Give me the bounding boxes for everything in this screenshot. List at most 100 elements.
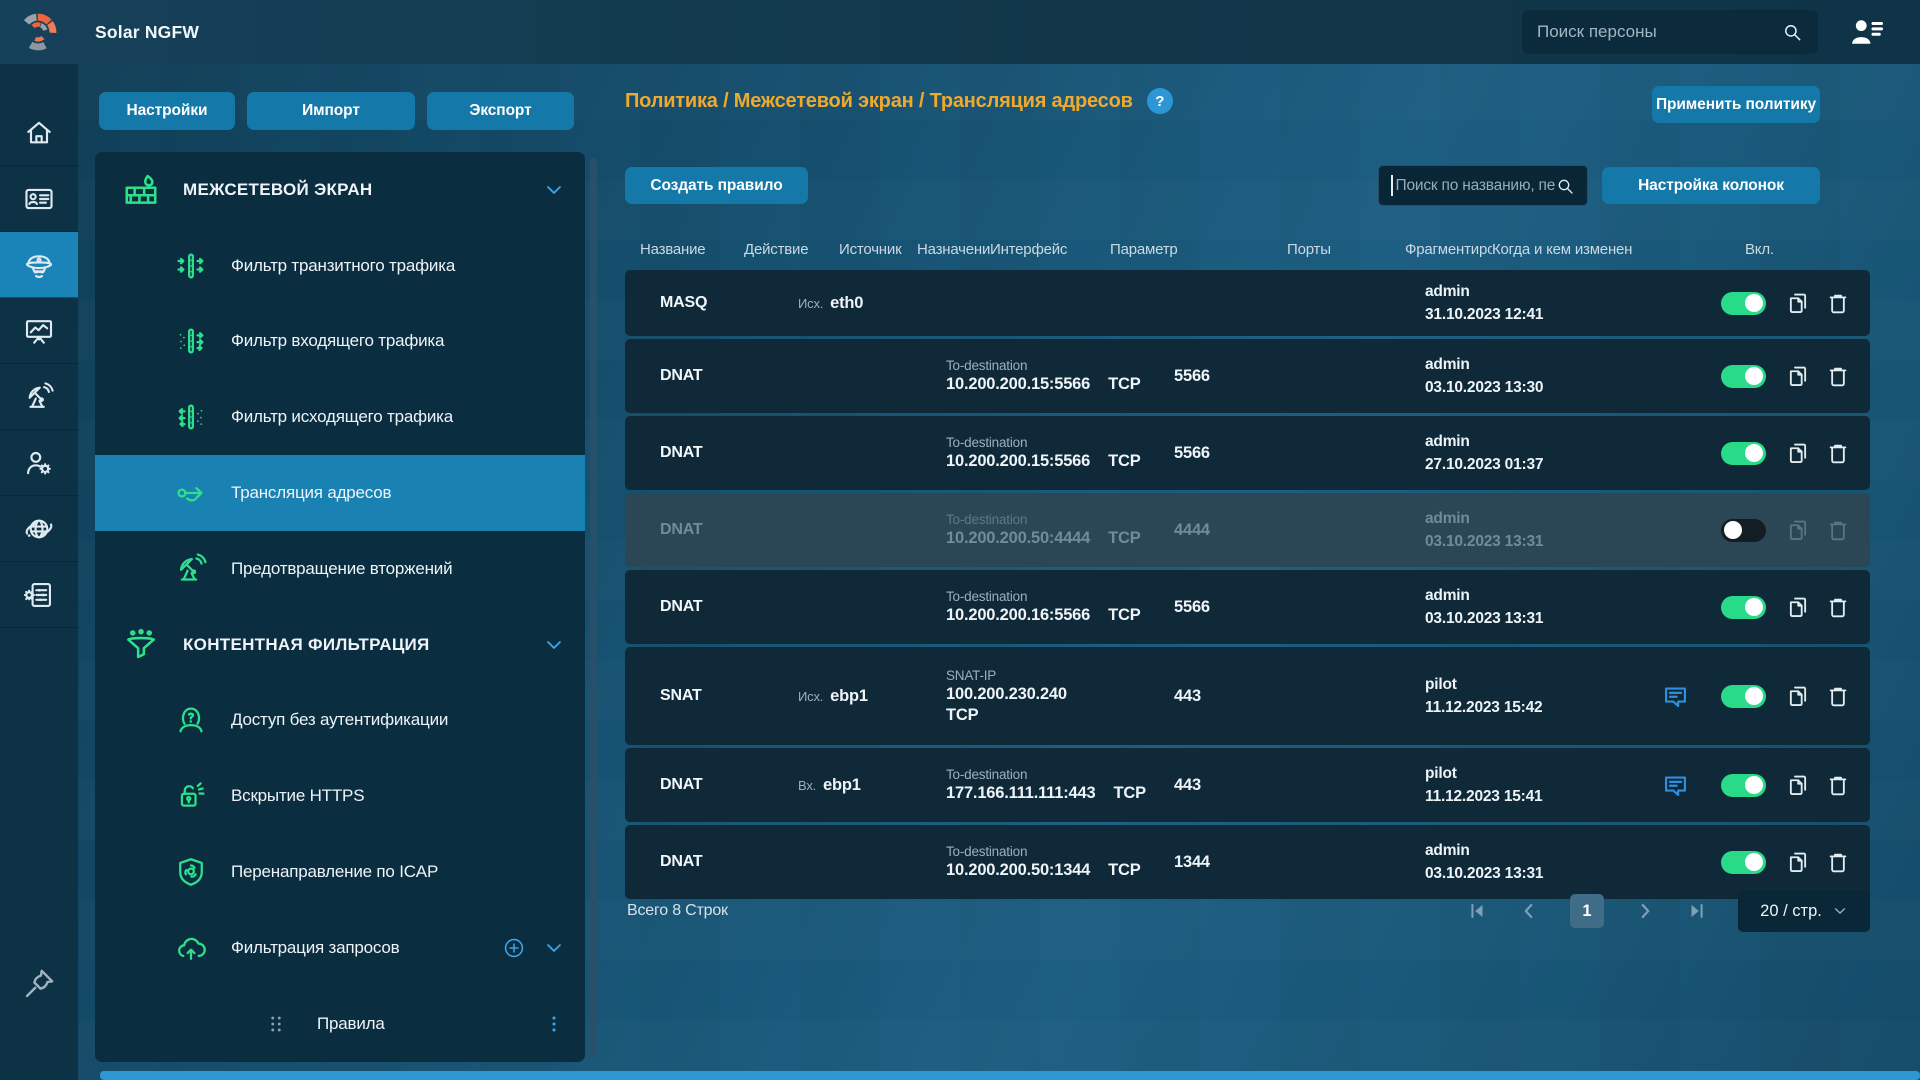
comment-icon[interactable] — [1661, 771, 1690, 800]
settings-button[interactable]: Настройки — [99, 92, 235, 130]
rule-parameter: SNAT-IP100.200.230.240TCP — [946, 668, 1174, 725]
chevron-down-icon[interactable] — [543, 179, 565, 201]
trash-icon[interactable] — [1825, 290, 1851, 316]
import-button[interactable]: Импорт — [247, 92, 415, 130]
copy-icon[interactable] — [1785, 849, 1811, 875]
table-row[interactable]: DNATВх.ebp1To-destination177.166.111.111… — [625, 748, 1870, 822]
rail-item-home[interactable] — [0, 100, 78, 166]
tree-section-firewall[interactable]: МЕЖСЕТЕВОЙ ЭКРАН — [95, 152, 585, 228]
page-size-value: 20 / стр. — [1760, 902, 1822, 921]
horizontal-scrollbar[interactable] — [100, 1071, 1920, 1080]
col-header-3[interactable]: Назначение — [917, 241, 990, 258]
tree-item-intrusion-prevention[interactable]: Предотвращение вторжений — [95, 531, 585, 607]
rail-item-contacts[interactable] — [0, 166, 78, 232]
last-page-icon[interactable] — [1686, 900, 1708, 922]
add-icon[interactable] — [502, 936, 526, 960]
apply-policy-button[interactable]: Применить политику — [1652, 86, 1820, 123]
comment-icon[interactable] — [1661, 682, 1690, 711]
rail-item-policy[interactable] — [0, 232, 78, 298]
col-header-0[interactable]: Название — [625, 241, 744, 258]
rail-item-intrusion-prevention[interactable] — [0, 364, 78, 430]
toggle-knob — [1745, 444, 1763, 462]
prev-page-icon[interactable] — [1518, 900, 1540, 922]
id-card-icon — [23, 183, 55, 215]
enable-toggle[interactable] — [1721, 774, 1766, 797]
tree-section-content-filtering[interactable]: КОНТЕНТНАЯ ФИЛЬТРАЦИЯ — [95, 607, 585, 683]
trash-icon[interactable] — [1825, 517, 1851, 543]
chevron-down-icon[interactable] — [543, 937, 565, 959]
table-row[interactable]: DNATTo-destination10.200.200.16:5566TCP5… — [625, 570, 1870, 644]
trash-icon[interactable] — [1825, 594, 1851, 620]
person-search-input[interactable] — [1537, 22, 1773, 42]
tree-item-rules[interactable]: Правила — [95, 986, 585, 1062]
enable-toggle[interactable] — [1721, 851, 1766, 874]
enable-toggle[interactable] — [1721, 519, 1766, 542]
tree-item-outgoing-traffic-filter[interactable]: Фильтр исходящего трафика — [95, 379, 585, 455]
trash-icon[interactable] — [1825, 440, 1851, 466]
modified-user: admin — [1425, 507, 1661, 530]
col-header-5[interactable]: Параметр — [1110, 241, 1287, 258]
col-header-4[interactable]: Интерфейс — [990, 241, 1110, 258]
help-icon[interactable]: ? — [1147, 88, 1173, 114]
modified-date: 03.10.2023 13:31 — [1425, 862, 1661, 885]
enable-toggle[interactable] — [1721, 292, 1766, 315]
tree-item-transit-traffic-filter[interactable]: Фильтр транзитного трафика — [95, 228, 585, 304]
trash-icon[interactable] — [1825, 363, 1851, 389]
page-size-select[interactable]: 20 / стр. — [1738, 890, 1870, 932]
chevron-down-icon[interactable] — [543, 634, 565, 656]
table-row[interactable]: MASQИсх.eth0admin31.10.2023 12:41 — [625, 270, 1870, 336]
col-header-6[interactable]: Порты — [1287, 241, 1405, 258]
copy-icon[interactable] — [1785, 772, 1811, 798]
param-label: To-destination — [946, 589, 1164, 604]
kebab-menu-icon[interactable] — [543, 1013, 565, 1035]
current-page[interactable]: 1 — [1570, 894, 1604, 928]
rail-item-network[interactable] — [0, 496, 78, 562]
modified-user: admin — [1425, 584, 1661, 607]
table-row[interactable]: DNATTo-destination10.200.200.15:5566TCP5… — [625, 339, 1870, 413]
copy-icon[interactable] — [1785, 683, 1811, 709]
copy-icon[interactable] — [1785, 594, 1811, 620]
table-search-input[interactable] — [1396, 177, 1556, 195]
copy-icon[interactable] — [1785, 290, 1811, 316]
tree-item-incoming-traffic-filter[interactable]: Фильтр входящего трафика — [95, 304, 585, 380]
table-row[interactable]: SNATИсх.ebp1SNAT-IP100.200.230.240TCP443… — [625, 647, 1870, 745]
rail-item-user-management[interactable] — [0, 430, 78, 496]
solar-logo-icon — [17, 11, 59, 53]
first-page-icon[interactable] — [1466, 900, 1488, 922]
copy-icon[interactable] — [1785, 517, 1811, 543]
col-header-9[interactable]: Вкл. — [1745, 241, 1870, 258]
tree-item-request-filtering[interactable]: Фильтрация запросов — [95, 910, 585, 986]
trash-icon[interactable] — [1825, 772, 1851, 798]
enable-toggle[interactable] — [1721, 685, 1766, 708]
col-header-1[interactable]: Действие — [744, 241, 839, 258]
enable-toggle[interactable] — [1721, 596, 1766, 619]
copy-icon[interactable] — [1785, 363, 1811, 389]
trash-icon[interactable] — [1825, 849, 1851, 875]
tree-scrollbar[interactable] — [590, 158, 597, 1055]
col-header-7[interactable]: Фрагментировать — [1405, 241, 1492, 258]
rail-item-settings[interactable] — [0, 562, 78, 628]
table-row[interactable]: DNATTo-destination10.200.200.15:5566TCP5… — [625, 416, 1870, 490]
enable-toggle[interactable] — [1721, 365, 1766, 388]
enable-toggle[interactable] — [1721, 442, 1766, 465]
create-rule-button[interactable]: Создать правило — [625, 167, 808, 204]
columns-settings-button[interactable]: Настройка колонок — [1602, 167, 1820, 204]
rail-item-monitoring[interactable] — [0, 298, 78, 364]
copy-icon[interactable] — [1785, 440, 1811, 466]
col-header-8[interactable]: Когда и кем изменен — [1492, 241, 1745, 258]
account-icon[interactable] — [1843, 13, 1889, 51]
col-header-2[interactable]: Источник — [839, 241, 917, 258]
export-button[interactable]: Экспорт — [427, 92, 574, 130]
table-row[interactable]: DNATTo-destination10.200.200.50:4444TCP4… — [625, 493, 1870, 567]
trash-icon[interactable] — [1825, 683, 1851, 709]
rule-interface: Вх.ebp1 — [798, 776, 946, 795]
rule-ports: 443 — [1174, 776, 1300, 795]
tree-item-icap-redirect[interactable]: Перенаправление по ICAP — [95, 834, 585, 910]
tree-item-address-translation[interactable]: Трансляция адресов — [95, 455, 585, 531]
tree-item-unauthenticated-access[interactable]: Доступ без аутентификации — [95, 683, 585, 759]
table-row[interactable]: DNATTo-destination10.200.200.50:1344TCP1… — [625, 825, 1870, 899]
next-page-icon[interactable] — [1634, 900, 1656, 922]
pin-icon[interactable] — [21, 966, 57, 1002]
tree-item-https-inspection[interactable]: Вскрытие HTTPS — [95, 758, 585, 834]
modified-user: admin — [1425, 430, 1661, 453]
